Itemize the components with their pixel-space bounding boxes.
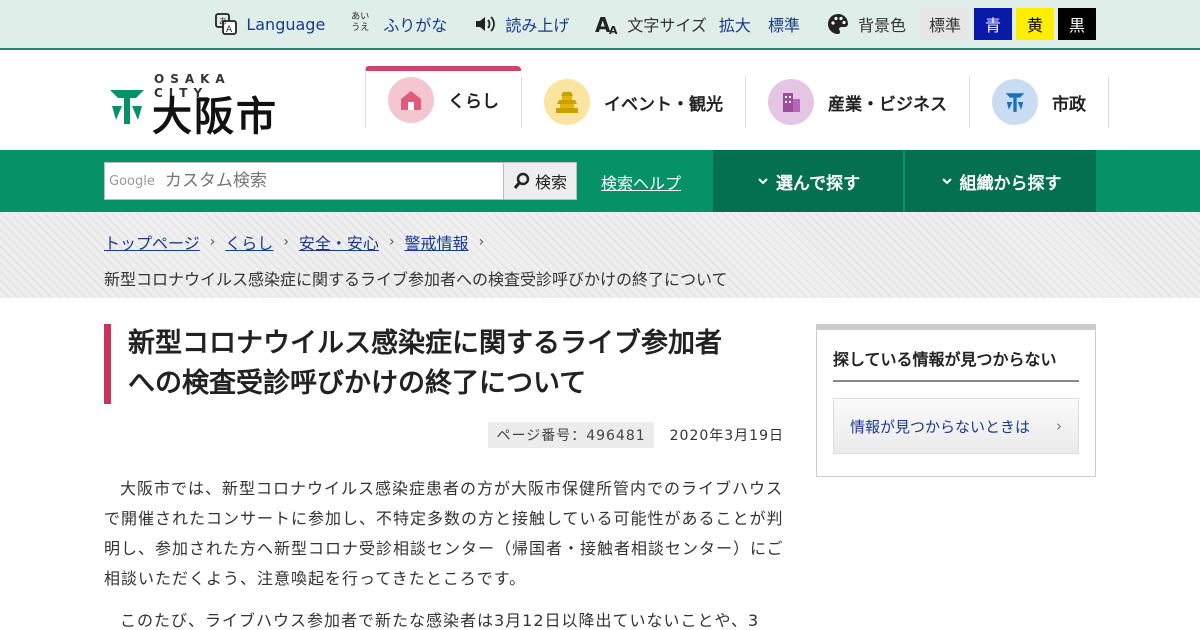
font-standard-button[interactable]: 標準 [768, 16, 800, 35]
furigana-icon: あいうえ [351, 12, 370, 33]
bg-color-control: 背景色 標準 青 黄 黒 [826, 8, 1096, 40]
paragraph: 大阪市では、新型コロナウイルス感染症患者の方が大阪市保健所管内でのライブハウスで… [104, 479, 784, 588]
house-icon [388, 76, 434, 123]
translate-icon: あA [215, 13, 238, 35]
breadcrumb-alert[interactable]: 警戒情報 [405, 230, 469, 254]
search-help-link[interactable]: 検索ヘルプ [601, 170, 681, 194]
bg-standard-button[interactable]: 標準 [920, 8, 970, 40]
utility-bar: あA Language あいうえ ふりがな 読み上げ AA 文字サイズ 拡大 標… [0, 0, 1200, 50]
city-emblem-icon [992, 79, 1038, 125]
org-dropdown-button[interactable]: 組織から探す [905, 150, 1096, 212]
nav-event-label: イベント・観光 [604, 94, 723, 115]
search-input[interactable] [164, 171, 503, 191]
furigana-button[interactable]: あいうえ ふりがな [351, 12, 447, 36]
article-meta: ページ番号：496481 2020年3月19日 [104, 422, 784, 448]
nav-event[interactable]: イベント・観光 [521, 76, 745, 128]
logo-name-text: 大阪市 [152, 94, 278, 140]
publish-date: 2020年3月19日 [669, 428, 784, 444]
breadcrumb-separator-icon: › [209, 234, 216, 250]
search-bar: Google 検索 検索ヘルプ 選んで探す 組織から探す [0, 150, 1200, 212]
chevron-right-icon: › [1056, 417, 1062, 435]
search-button[interactable]: 検索 [503, 162, 577, 200]
font-size-label: 文字サイズ [627, 16, 707, 35]
chevron-down-icon [941, 178, 952, 185]
osaka-city-logo[interactable]: OSAKA CITY 大阪市 [108, 72, 288, 140]
paragraph: このたび、ライブハウス参加者で新たな感染者は3月12日以降出ていないことや、3 [120, 611, 760, 630]
breadcrumb-separator-icon: › [388, 234, 395, 250]
bg-blue-button[interactable]: 青 [974, 8, 1012, 40]
org-label: 組織から探す [959, 173, 1062, 194]
furigana-label: ふりがな [383, 16, 448, 35]
chevron-down-icon [758, 178, 768, 185]
nav-business-label: 産業・ビジネス [828, 94, 947, 115]
breadcrumb-safety[interactable]: 安全・安心 [299, 230, 379, 254]
nav-kurashi[interactable]: くらし [365, 66, 521, 128]
page-title-line1: 新型コロナウイルス感染症に関するライブ参加者 [128, 328, 722, 359]
palette-icon [827, 14, 848, 34]
breadcrumb-separator-icon: › [478, 234, 485, 250]
global-nav: くらし イベント・観光 産業・ビジネス 市政 [365, 66, 1109, 128]
city-emblem-icon [110, 90, 144, 124]
building-icon [768, 79, 814, 125]
page-title-line2: への検査受診呼びかけの終了について [128, 368, 587, 399]
search-icon [513, 172, 530, 189]
font-size-icon: AA [595, 13, 618, 36]
google-label: Google [109, 173, 155, 189]
speaker-icon [476, 16, 496, 32]
not-found-help-label: 情報が見つからないときは [850, 417, 1031, 436]
browse-label: 選んで探す [775, 173, 861, 194]
bg-yellow-button[interactable]: 黄 [1016, 8, 1054, 40]
sidebar-help-box: 探している情報が見つからない 情報が見つからないときは › [816, 324, 1096, 477]
breadcrumb-kurashi[interactable]: くらし [225, 230, 273, 254]
language-label: Language [246, 14, 326, 34]
read-aloud-button[interactable]: 読み上げ [473, 12, 569, 36]
article: 新型コロナウイルス感染症に関するライブ参加者 への検査受診呼びかけの終了について… [104, 324, 784, 630]
breadcrumb-top[interactable]: トップページ [104, 230, 200, 254]
search-box: Google [104, 162, 504, 200]
site-header: OSAKA CITY 大阪市 くらし イベント・観光 産業・ビジネス 市政 [0, 50, 1200, 150]
nav-shisei[interactable]: 市政 [969, 76, 1109, 128]
nav-shisei-label: 市政 [1052, 94, 1086, 115]
sidebar-title: 探している情報が見つからない [833, 346, 1079, 382]
breadcrumb-separator-icon: › [283, 234, 289, 250]
page-number: ページ番号：496481 [488, 422, 654, 448]
nav-kurashi-label: くらし [448, 92, 499, 112]
bg-color-label: 背景色 [857, 16, 906, 35]
bg-black-button[interactable]: 黒 [1058, 8, 1096, 40]
not-found-help-link[interactable]: 情報が見つからないときは › [833, 398, 1079, 454]
breadcrumb-current: 新型コロナウイルス感染症に関するライブ参加者への検査受診呼びかけの終了について [104, 270, 728, 289]
article-body: 大阪市では、新型コロナウイルス感染症患者の方が大阪市保健所管内でのライブハウスで… [104, 474, 784, 630]
nav-business[interactable]: 産業・ビジネス [745, 76, 969, 128]
svg-text:A: A [226, 25, 233, 35]
font-size-control: AA 文字サイズ 拡大 標準 [595, 12, 800, 36]
search-button-label: 検索 [534, 173, 567, 192]
font-enlarge-button[interactable]: 拡大 [719, 16, 751, 35]
breadcrumb: トップページ › くらし › 安全・安心 › 警戒情報 › 新型コロナウイルス感… [0, 212, 1200, 298]
read-aloud-label: 読み上げ [505, 16, 570, 35]
language-button[interactable]: あA Language [214, 12, 325, 36]
browse-dropdown-button[interactable]: 選んで探す [713, 150, 903, 212]
svg-text:A: A [609, 24, 618, 36]
castle-icon [544, 79, 590, 125]
page-title: 新型コロナウイルス感染症に関するライブ参加者 への検査受診呼びかけの終了について [104, 324, 784, 404]
